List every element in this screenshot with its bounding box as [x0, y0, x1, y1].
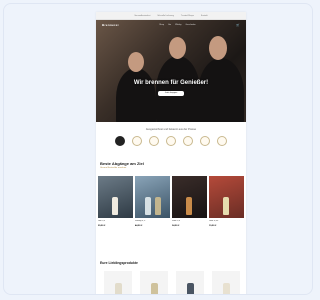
award-badge-icon — [115, 136, 125, 146]
award-badge-icon — [217, 136, 227, 146]
favorite-product-card[interactable] — [104, 271, 132, 294]
award-badge-icon — [166, 136, 176, 146]
main-nav: Brennerei Shop Gin Whisky Geschenke 🛒 — [102, 22, 240, 28]
press-section: Ausgezeichnet und bekannt aus der Presse — [96, 122, 246, 146]
screenshot-frame: Versandkostenfrei Schnelle Lieferung Tru… — [3, 3, 313, 295]
hero-cta-button[interactable]: Jetzt shoppen — [158, 91, 184, 96]
top-link[interactable]: Trusted Shops — [181, 15, 194, 17]
top-link[interactable]: Kontakt — [201, 15, 208, 17]
favorite-product-card[interactable] — [212, 271, 240, 294]
award-badge-icon — [183, 136, 193, 146]
bottle-icon — [155, 197, 161, 215]
top-link[interactable]: Schnelle Lieferung — [157, 15, 174, 17]
bottle-icon — [223, 283, 230, 294]
nav-menu: Shop Gin Whisky Geschenke — [159, 24, 195, 26]
award-badges — [96, 136, 246, 146]
product-price: 29,90 € — [98, 225, 106, 227]
bottle-icon — [115, 283, 122, 294]
product-card[interactable]: Whisky 0,7l 44,90 € — [135, 176, 170, 227]
nav-link[interactable]: Shop — [159, 24, 164, 26]
bestseller-title: Beste Abgänge am Ziel — [100, 161, 144, 166]
press-title: Ausgezeichnet und bekannt aus der Presse — [145, 128, 197, 131]
bottle-icon — [187, 283, 194, 294]
product-card[interactable]: Gin 0,5l 29,90 € — [98, 176, 133, 227]
hero-person — [116, 68, 156, 122]
website-preview: Versandkostenfrei Schnelle Lieferung Tru… — [96, 12, 246, 294]
top-info-bar: Versandkostenfrei Schnelle Lieferung Tru… — [96, 12, 246, 20]
top-link[interactable]: Versandkostenfrei — [134, 15, 150, 17]
nav-link[interactable]: Geschenke — [186, 24, 196, 26]
product-price: 44,90 € — [135, 225, 143, 227]
award-badge-icon — [132, 136, 142, 146]
bottle-icon — [151, 283, 158, 294]
favorite-product-card[interactable] — [140, 271, 168, 294]
hero-person — [198, 58, 244, 122]
favorites-title: Eure Lieblingsprodukte — [100, 261, 138, 265]
bottle-icon — [186, 197, 192, 215]
hero-person-head — [169, 37, 186, 59]
hero-banner: Brennerei Shop Gin Whisky Geschenke 🛒 Wi… — [96, 20, 246, 122]
bottle-icon — [145, 197, 151, 215]
product-card[interactable]: Rum 0,5l 34,90 € — [172, 176, 207, 227]
bottle-icon — [112, 197, 118, 215]
hero-person-head — [128, 52, 144, 72]
nav-link[interactable]: Whisky — [175, 24, 181, 26]
hero-title: Wir brennen für Genießer! — [133, 80, 209, 86]
hero-person — [156, 56, 200, 122]
product-card[interactable]: Likör 0,35l 19,90 € — [209, 176, 244, 227]
product-image[interactable] — [172, 176, 207, 218]
product-price: 19,90 € — [209, 225, 217, 227]
award-badge-icon — [200, 136, 210, 146]
favorites-grid — [104, 271, 246, 294]
product-price: 34,90 € — [172, 225, 180, 227]
product-image[interactable] — [209, 176, 244, 218]
award-badge-icon — [149, 136, 159, 146]
cart-icon[interactable]: 🛒 — [236, 23, 240, 27]
hero-person-head — [209, 36, 227, 60]
brand-logo[interactable]: Brennerei — [102, 23, 119, 27]
bottle-icon — [223, 197, 229, 215]
product-image[interactable] — [98, 176, 133, 218]
favorite-product-card[interactable] — [176, 271, 204, 294]
product-grid: Gin 0,5l 29,90 € Whisky 0,7l 44,90 € Rum… — [98, 176, 244, 227]
bestseller-subtitle[interactable]: Unsere Bestseller ansehen — [100, 167, 246, 169]
nav-link[interactable]: Gin — [168, 24, 171, 26]
product-image[interactable] — [135, 176, 170, 218]
